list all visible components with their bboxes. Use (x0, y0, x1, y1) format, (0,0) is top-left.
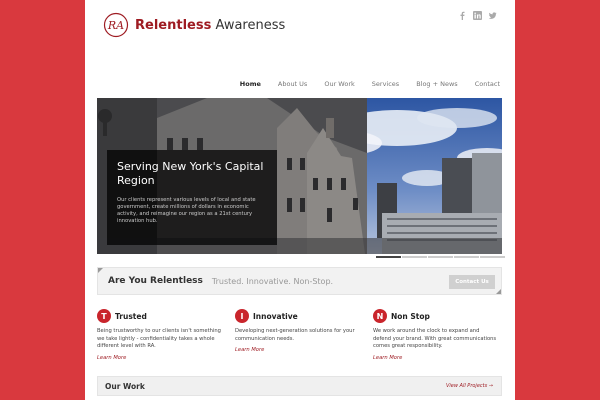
feature-badge: I (235, 309, 249, 323)
learn-more-link[interactable]: Learn More (373, 355, 498, 361)
tagline-heading: Are You Relentless (108, 276, 203, 286)
nav-item-services[interactable]: Services (372, 80, 399, 88)
monogram-text: RA (107, 19, 124, 32)
feature-innovative: I Innovative Developing next-generation … (235, 309, 360, 353)
nav-item-contact[interactable]: Contact (475, 80, 500, 88)
contact-us-button[interactable]: Contact Us (449, 275, 495, 289)
view-all-projects-link[interactable]: View All Projects → (446, 383, 493, 389)
feature-desc: Developing next-generation solutions for… (235, 328, 355, 342)
main-nav: Home About Us Our Work Services Blog + N… (240, 80, 500, 88)
facebook-icon[interactable] (458, 5, 467, 20)
hero-title: Serving New York's Capital Region (117, 160, 264, 187)
social-links (458, 5, 497, 20)
feature-title: Non Stop (391, 311, 430, 321)
twitter-icon[interactable] (488, 5, 497, 19)
learn-more-link[interactable]: Learn More (235, 347, 360, 353)
tagline-sub: Trusted. Innovative. Non-Stop. (211, 276, 334, 286)
slider-dot[interactable] (480, 256, 505, 258)
our-work-bar: Our Work View All Projects → (97, 376, 502, 396)
nav-item-blog-news[interactable]: Blog + News (416, 80, 458, 88)
hero-slider[interactable]: Serving New York's Capital Region Our cl… (97, 98, 502, 254)
nav-item-home[interactable]: Home (240, 80, 261, 88)
feature-trusted: T Trusted Being trustworthy to our clien… (97, 309, 222, 361)
nav-item-about-us[interactable]: About Us (278, 80, 307, 88)
linkedin-icon[interactable] (473, 5, 482, 20)
our-work-title: Our Work (105, 381, 145, 391)
page: RA Relentless Awareness Home About Us Ou… (85, 0, 515, 400)
brand-name: Relentless Awareness (135, 18, 285, 33)
slider-dot[interactable] (402, 256, 427, 258)
learn-more-link[interactable]: Learn More (97, 355, 222, 361)
nav-item-our-work[interactable]: Our Work (324, 80, 354, 88)
feature-title: Trusted (115, 311, 147, 321)
slider-dot[interactable] (376, 256, 401, 258)
feature-title: Innovative (253, 311, 298, 321)
logo[interactable]: RA Relentless Awareness (103, 12, 285, 38)
brand-name-bold: Relentless (135, 17, 212, 33)
ra-monogram-icon: RA (103, 12, 129, 38)
feature-desc: Being trustworthy to our clients isn't s… (97, 328, 221, 349)
feature-badge: T (97, 309, 111, 323)
corner-decoration (496, 289, 501, 294)
brand-name-rest: Awareness (211, 17, 286, 33)
tagline-bar: Are You Relentless Trusted. Innovative. … (97, 267, 502, 295)
hero-caption: Serving New York's Capital Region Our cl… (107, 150, 277, 245)
slider-pagination (376, 256, 505, 258)
feature-non-stop: N Non Stop We work around the clock to e… (373, 309, 498, 361)
slider-dot[interactable] (454, 256, 479, 258)
feature-badge: N (373, 309, 387, 323)
feature-desc: We work around the clock to expand and d… (373, 328, 497, 349)
corner-decoration (98, 268, 103, 273)
slider-dot[interactable] (428, 256, 453, 258)
hero-body: Our clients represent various levels of … (117, 197, 256, 224)
